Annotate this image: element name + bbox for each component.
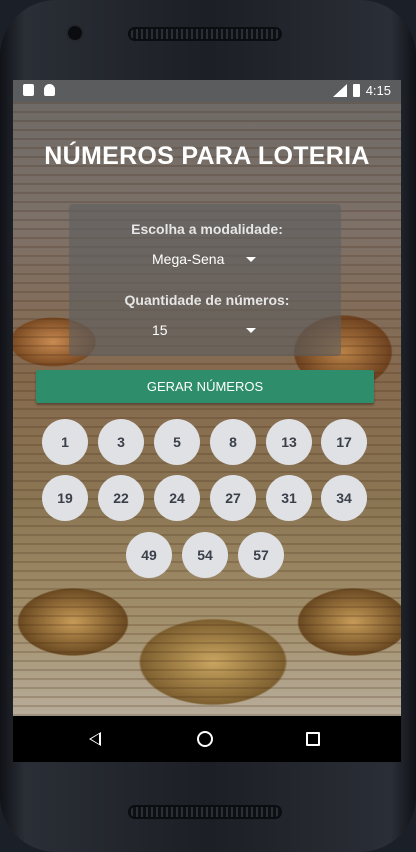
number-ball: 27 — [210, 475, 256, 521]
dropdown-arrow-icon — [246, 257, 256, 262]
android-icon — [44, 84, 55, 96]
signal-lte-icon — [332, 84, 347, 97]
number-ball: 5 — [154, 419, 200, 465]
status-time: 4:15 — [365, 83, 391, 98]
recents-icon[interactable] — [306, 732, 320, 746]
dropdown-arrow-icon — [246, 328, 256, 333]
number-ball: 3 — [98, 419, 144, 465]
number-ball: 31 — [266, 475, 312, 521]
battery-icon — [352, 84, 360, 97]
quantity-label: Quantidade de números: — [124, 292, 290, 308]
modality-select[interactable]: Mega-Sena — [152, 251, 262, 267]
number-ball: 19 — [42, 475, 88, 521]
number-ball: 24 — [154, 475, 200, 521]
app-content: NÚMEROS PARA LOTERIA Escolha a modalidad… — [13, 102, 401, 716]
number-ball: 57 — [238, 532, 284, 578]
phone-frame: 4:15 NÚMEROS PARA LOTERIA Escolha a moda… — [0, 0, 416, 852]
back-icon[interactable] — [89, 732, 101, 746]
modality-label: Escolha a modalidade: — [131, 221, 283, 237]
quantity-value: 15 — [152, 322, 168, 338]
bottom-speaker — [128, 805, 282, 819]
modality-value: Mega-Sena — [152, 251, 225, 267]
front-camera — [68, 26, 82, 40]
status-bar: 4:15 — [13, 80, 401, 102]
page-title: NÚMEROS PARA LOTERIA — [44, 142, 370, 170]
number-ball: 13 — [266, 419, 312, 465]
quantity-select[interactable]: 15 — [152, 322, 262, 338]
coins-background — [13, 102, 401, 716]
screen: 4:15 NÚMEROS PARA LOTERIA Escolha a moda… — [13, 80, 401, 762]
generate-numbers-button[interactable]: GERAR NÚMEROS — [36, 370, 374, 403]
top-speaker — [128, 27, 282, 41]
sd-card-icon — [23, 84, 34, 96]
number-ball: 8 — [210, 419, 256, 465]
number-ball: 34 — [321, 475, 367, 521]
navigation-bar — [13, 716, 401, 762]
number-ball: 1 — [42, 419, 88, 465]
number-ball: 49 — [126, 532, 172, 578]
number-ball: 17 — [321, 419, 367, 465]
home-icon[interactable] — [197, 731, 213, 747]
number-ball: 54 — [182, 532, 228, 578]
number-ball: 22 — [98, 475, 144, 521]
